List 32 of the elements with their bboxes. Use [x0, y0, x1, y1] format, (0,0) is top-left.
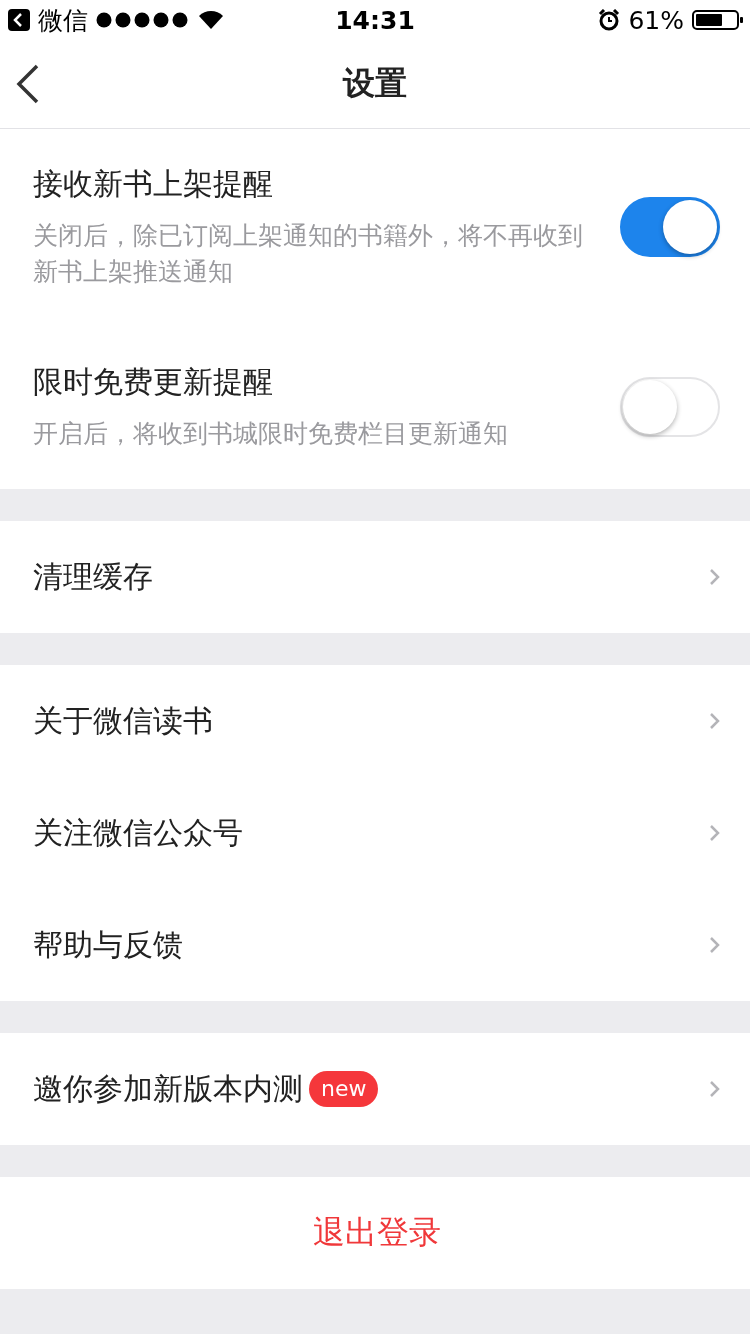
setting-title: 限时免费更新提醒 [33, 363, 274, 401]
new-badge: new [309, 1071, 379, 1107]
toggle-switch[interactable] [620, 197, 720, 257]
menu-item-label: 帮助与反馈 [33, 926, 183, 964]
setting-description: 关闭后，除已订阅上架通知的书籍外，将不再收到新书上架推送通知 [33, 220, 584, 288]
chevron-right-icon [709, 824, 720, 842]
wifi-icon [198, 10, 224, 30]
chevron-right-icon [709, 936, 720, 954]
back-icon[interactable] [16, 64, 40, 104]
menu-item[interactable]: 邀你参加新版本内测 new [0, 1033, 750, 1145]
page-title: 设置 [343, 63, 407, 104]
chevron-right-icon [709, 1080, 720, 1098]
back-icon[interactable] [8, 9, 30, 31]
back-app-label[interactable]: 微信 [38, 3, 88, 37]
menu-item-label: 清理缓存 [33, 558, 153, 596]
menu-item[interactable]: 帮助与反馈 [0, 889, 750, 1001]
alarm-clock-icon [598, 9, 621, 31]
menu-item-label: 邀你参加新版本内测 [33, 1070, 303, 1108]
battery-icon [692, 9, 744, 31]
menu-item[interactable]: 清理缓存 [0, 521, 750, 633]
signal-icon [96, 12, 190, 28]
setting-title: 接收新书上架提醒 [33, 165, 274, 203]
setting-description: 开启后，将收到书城限时免费栏目更新通知 [33, 418, 509, 450]
menu-item[interactable]: 关注微信公众号 [0, 777, 750, 889]
clock-time: 14:31 [334, 5, 416, 35]
menu-item-label: 关注微信公众号 [33, 814, 243, 852]
menu-item-label: 关于微信读书 [33, 702, 213, 740]
logout-button[interactable]: 退出登录 [296, 1203, 457, 1263]
battery-percent: 61% [628, 5, 684, 35]
chevron-right-icon [709, 568, 720, 586]
menu-item[interactable]: 关于微信读书 [0, 665, 750, 777]
chevron-right-icon [709, 712, 720, 730]
